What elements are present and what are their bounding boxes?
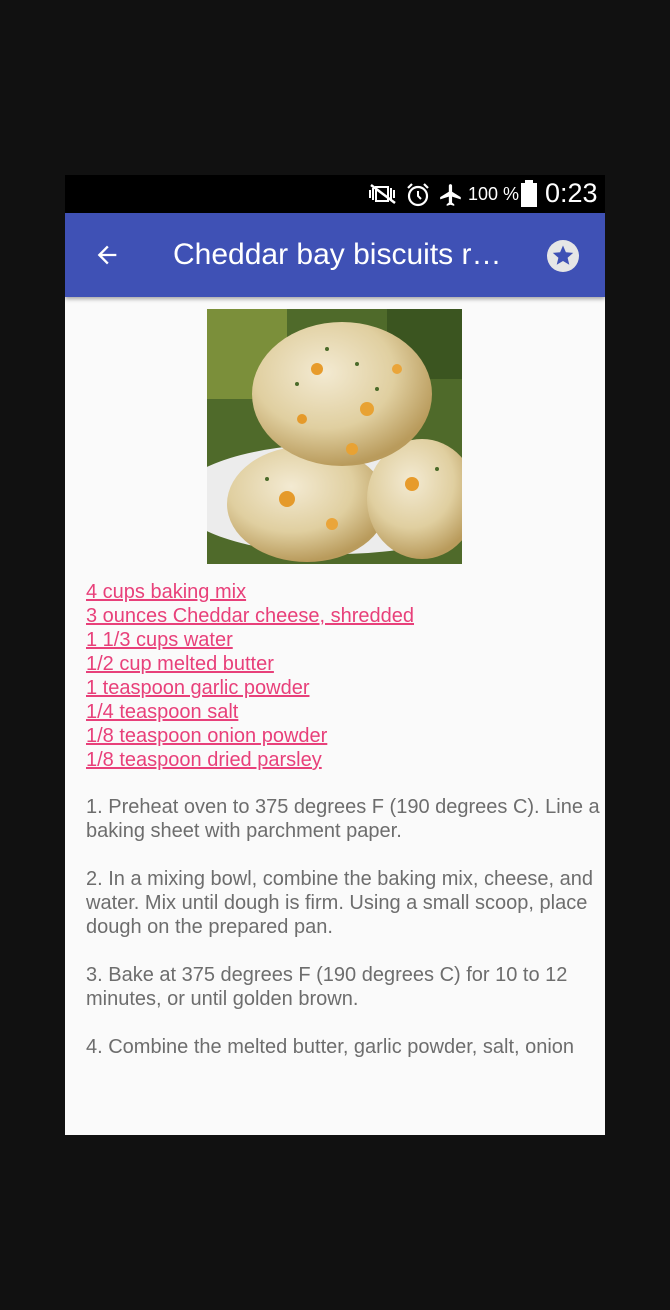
instruction-step: 3. Bake at 375 degrees F (190 degrees C)… bbox=[86, 964, 568, 1010]
instruction-list: 1. Preheat oven to 375 degrees F (190 de… bbox=[86, 795, 605, 1083]
favorite-button[interactable] bbox=[545, 238, 581, 274]
instruction-step: 2. In a mixing bowl, combine the baking … bbox=[86, 868, 593, 938]
battery-percentage: 100 % bbox=[468, 184, 520, 204]
ingredient-link[interactable]: 3 ounces Cheddar cheese, shredded bbox=[86, 604, 414, 628]
ingredient-item: 1/8 teaspoon onion powder bbox=[86, 724, 414, 748]
ingredient-item: 1/4 teaspoon salt bbox=[86, 700, 414, 724]
app-bar: Cheddar bay biscuits re… bbox=[65, 213, 605, 297]
phone-screen: 100 % 0:23 Cheddar bay biscuits re… 4 cu… bbox=[65, 175, 605, 1135]
ingredient-item: 1/2 cup melted butter bbox=[86, 652, 414, 676]
instruction-step: 1. Preheat oven to 375 degrees F (190 de… bbox=[86, 796, 600, 842]
back-button[interactable] bbox=[87, 235, 127, 275]
battery-icon bbox=[521, 180, 537, 207]
ingredient-link[interactable]: 1 1/3 cups water bbox=[86, 628, 414, 652]
recipe-photo bbox=[207, 309, 462, 564]
ingredient-link[interactable]: 1/8 teaspoon dried parsley bbox=[86, 748, 414, 772]
status-bar: 100 % 0:23 bbox=[65, 175, 605, 213]
ingredient-item: 1 1/3 cups water bbox=[86, 628, 414, 652]
ingredient-link[interactable]: 4 cups baking mix bbox=[86, 580, 414, 604]
ingredient-link[interactable]: 1/4 teaspoon salt bbox=[86, 700, 414, 724]
star-circle-icon bbox=[547, 240, 579, 272]
ingredient-link[interactable]: 1/2 cup melted butter bbox=[86, 652, 414, 676]
airplane-mode-icon bbox=[440, 184, 461, 206]
ingredient-link[interactable]: 1 teaspoon garlic powder bbox=[86, 676, 414, 700]
mute-vibrate-icon bbox=[369, 184, 396, 204]
arrow-back-icon bbox=[97, 245, 117, 265]
ingredient-item: 1 teaspoon garlic powder bbox=[86, 676, 414, 700]
status-clock: 0:23 bbox=[545, 178, 598, 208]
ingredient-link[interactable]: 1/8 teaspoon onion powder bbox=[86, 724, 414, 748]
ingredient-item: 3 ounces Cheddar cheese, shredded bbox=[86, 604, 414, 628]
ingredient-item: 1/8 teaspoon dried parsley bbox=[86, 748, 414, 772]
page-title: Cheddar bay biscuits re… bbox=[173, 238, 518, 271]
ingredient-item: 4 cups baking mix bbox=[86, 580, 414, 604]
alarm-icon bbox=[407, 183, 429, 207]
instruction-step: 4. Combine the melted butter, garlic pow… bbox=[86, 1036, 575, 1058]
recipe-content[interactable]: 4 cups baking mix 3 ounces Cheddar cheese… bbox=[65, 297, 605, 1135]
ingredient-list: 4 cups baking mix 3 ounces Cheddar cheese… bbox=[86, 580, 414, 772]
